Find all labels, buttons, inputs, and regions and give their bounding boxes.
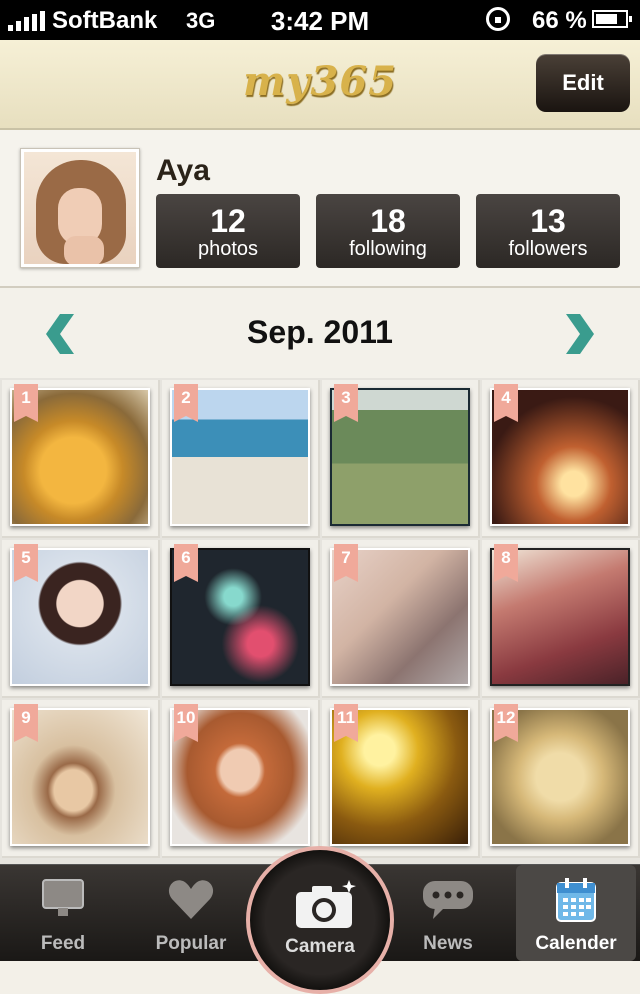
profile-header: Aya 12 photos 18 following 13 followers <box>0 130 640 288</box>
followers-count: 13 <box>530 203 566 239</box>
photos-count: 12 <box>210 203 246 239</box>
day-number: 3 <box>334 384 358 422</box>
camera-icon <box>296 880 356 928</box>
tab-label: News <box>423 933 473 954</box>
day-number: 2 <box>174 384 198 422</box>
battery-icon <box>592 10 632 28</box>
followers-count-button[interactable]: 13 followers <box>476 194 620 268</box>
tab-label: Popular <box>155 933 227 954</box>
calendar-day-cell[interactable]: 1 <box>2 380 160 538</box>
following-label: following <box>349 238 427 260</box>
calendar-day-cell[interactable]: 12 <box>482 700 640 858</box>
calendar-day-cell[interactable]: 11 <box>322 700 480 858</box>
tab-label: Camera <box>285 936 355 957</box>
photos-count-button[interactable]: 12 photos <box>156 194 300 268</box>
calendar-day-cell[interactable]: 6 <box>162 540 320 698</box>
calendar-day-cell[interactable]: 2 <box>162 380 320 538</box>
rotation-lock-icon <box>486 7 510 31</box>
calendar-day-cell[interactable]: 9 <box>2 700 160 858</box>
nav-bar: my365 Edit <box>0 40 640 130</box>
day-number: 5 <box>14 544 38 582</box>
battery-percent: 66 % <box>532 7 587 34</box>
tab-news[interactable]: News <box>384 865 512 961</box>
speech-bubble-icon <box>423 881 473 919</box>
day-number: 9 <box>14 704 38 742</box>
edit-button[interactable]: Edit <box>536 54 630 112</box>
photos-label: photos <box>197 238 259 260</box>
next-month-button[interactable] <box>564 314 594 354</box>
day-number: 7 <box>334 544 358 582</box>
avatar[interactable] <box>20 148 140 268</box>
calendar-day-cell[interactable]: 7 <box>322 540 480 698</box>
calendar-day-cell[interactable]: 5 <box>2 540 160 698</box>
following-count-button[interactable]: 18 following <box>316 194 460 268</box>
following-count: 18 <box>370 203 406 239</box>
day-number: 12 <box>494 704 518 742</box>
tab-feed[interactable]: Feed <box>0 865 126 961</box>
calendar-icon <box>556 878 596 922</box>
heart-icon <box>168 880 214 919</box>
calendar-day-cell[interactable]: 3 <box>322 380 480 538</box>
profile-name: Aya <box>156 154 210 187</box>
tab-label: Calender <box>535 933 617 954</box>
tab-label: Feed <box>40 933 86 954</box>
calendar-day-cell[interactable]: 10 <box>162 700 320 858</box>
tab-popular[interactable]: Popular <box>128 865 254 961</box>
followers-label: followers <box>508 238 588 260</box>
chevron-right-icon <box>566 314 594 354</box>
day-number: 11 <box>334 704 358 742</box>
month-selector: Sep. 2011 <box>0 288 640 378</box>
tab-camera[interactable]: Camera <box>246 846 394 994</box>
month-title: Sep. 2011 <box>247 314 393 350</box>
tab-calender[interactable]: Calender <box>516 865 636 961</box>
status-bar: SoftBank 3G 3:42 PM 66 % <box>0 0 640 40</box>
calendar-day-cell[interactable]: 8 <box>482 540 640 698</box>
avatar-image <box>24 152 136 264</box>
day-number: 1 <box>14 384 38 422</box>
day-number: 10 <box>174 704 198 742</box>
calendar-grid: 1 2 3 4 5 6 7 8 9 10 11 12 <box>0 378 640 864</box>
day-number: 4 <box>494 384 518 422</box>
day-number: 8 <box>494 544 518 582</box>
feed-icon <box>42 879 84 916</box>
calendar-day-cell[interactable]: 4 <box>482 380 640 538</box>
day-number: 6 <box>174 544 198 582</box>
